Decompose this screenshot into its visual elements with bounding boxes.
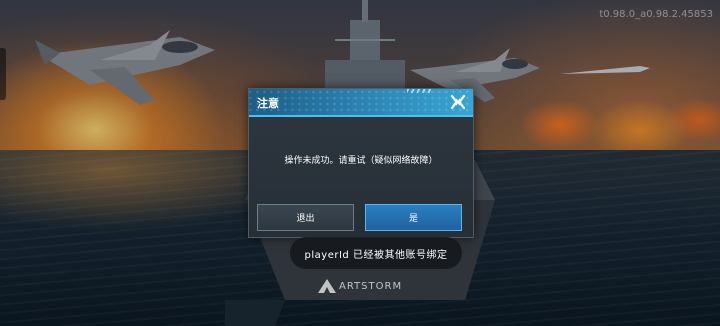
artstorm-logo-icon (318, 279, 336, 293)
header-divider (249, 115, 473, 117)
dialog-title: 注意 (257, 97, 279, 110)
dialog-message: 操作未成功。请重试（疑似网络故障） (284, 156, 438, 166)
header-decoration (407, 89, 433, 93)
logo-text: ARTSTORM (339, 280, 403, 292)
close-button[interactable] (449, 93, 467, 111)
exit-button[interactable]: 退出 (257, 204, 354, 231)
toast-notification: playerId 已经被其他账号绑定 (290, 237, 462, 269)
artstorm-logo: ARTSTORM (318, 279, 402, 293)
confirm-button[interactable]: 是 (365, 204, 462, 231)
error-dialog: 注意 操作未成功。请重试（疑似网络故障） 退出 是 (248, 88, 474, 238)
close-icon (450, 94, 466, 110)
dialog-header: 注意 (249, 89, 473, 115)
